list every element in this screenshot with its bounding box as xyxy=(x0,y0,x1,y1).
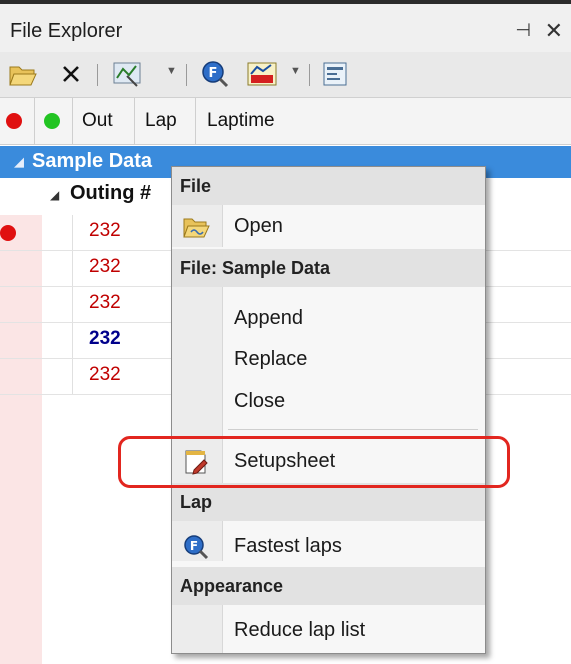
menu-section-appearance: Appearance xyxy=(172,567,485,605)
menu-item-close[interactable]: Close xyxy=(172,382,485,422)
sheet-icon[interactable] xyxy=(318,59,352,89)
red-dot-icon xyxy=(6,113,22,129)
column-laptime[interactable]: Laptime xyxy=(207,98,275,144)
menu-item-append[interactable]: Append xyxy=(172,299,485,339)
green-dot-icon xyxy=(44,113,60,129)
delete-icon[interactable] xyxy=(56,59,86,89)
menu-item-label: Fastest laps xyxy=(234,535,342,557)
menu-item-label: Append xyxy=(234,307,303,329)
lap-number: 232 xyxy=(89,220,121,241)
menu-section-file-sample-data: File: Sample Data xyxy=(172,249,485,287)
menu-item-label: Reduce lap list xyxy=(234,619,366,641)
pin-icon[interactable]: ⊣ xyxy=(515,20,531,41)
collapse-triangle-icon[interactable]: ◢ xyxy=(14,154,24,170)
column-header: Out Lap Laptime xyxy=(0,98,571,145)
toolbar-separator xyxy=(309,64,310,86)
menu-section-lap: Lap xyxy=(172,483,485,521)
red-dot-column[interactable] xyxy=(6,98,34,144)
fastest-lap-icon[interactable]: F xyxy=(198,59,232,89)
lap-number: 232 xyxy=(89,256,121,277)
fastest-lap-icon: F xyxy=(182,533,210,561)
outing-label[interactable]: Outing # xyxy=(70,182,151,205)
lap-number: 232 xyxy=(89,328,121,349)
lap-number: 232 xyxy=(89,364,121,385)
menu-item-label: Replace xyxy=(234,348,308,370)
toolbar: ▼ F ▼ xyxy=(0,52,571,98)
channels-dropdown-icon[interactable]: ▼ xyxy=(166,65,177,77)
column-out[interactable]: Out xyxy=(82,98,113,144)
context-menu: File Open File: Sample Data Append Repla… xyxy=(171,166,486,654)
menu-item-fastest-laps[interactable]: F Fastest laps xyxy=(172,527,485,567)
menu-item-reduce-lap-list[interactable]: Reduce lap list xyxy=(172,611,485,651)
svg-text:F: F xyxy=(209,66,218,81)
svg-text:F: F xyxy=(190,539,198,553)
close-icon[interactable]: ✕ xyxy=(545,18,563,44)
channels-icon[interactable] xyxy=(108,59,148,89)
open-folder-icon xyxy=(182,213,210,241)
menu-item-open[interactable]: Open xyxy=(172,207,485,247)
toolbar-separator xyxy=(97,64,98,86)
column-lap[interactable]: Lap xyxy=(145,98,177,144)
chart-dropdown-icon[interactable]: ▼ xyxy=(290,65,301,77)
menu-item-replace[interactable]: Replace xyxy=(172,340,485,380)
panel-titlebar: File Explorer ⊣ ✕ xyxy=(0,0,571,52)
file-explorer-panel: File Explorer ⊣ ✕ ▼ F ▼ Out Lap Laptime … xyxy=(0,0,571,664)
red-dot-icon xyxy=(0,225,16,241)
menu-section-file: File xyxy=(172,167,485,205)
tree-root-label: Sample Data xyxy=(32,150,153,172)
annotation-highlight-box xyxy=(118,436,510,488)
open-folder-icon[interactable] xyxy=(6,59,40,89)
menu-item-label: Close xyxy=(234,390,286,412)
menu-divider xyxy=(228,429,478,430)
green-dot-column[interactable] xyxy=(44,98,72,144)
chart-icon[interactable] xyxy=(242,59,282,89)
lap-number: 232 xyxy=(89,292,121,313)
panel-title: File Explorer xyxy=(10,20,123,42)
toolbar-separator xyxy=(186,64,187,86)
collapse-triangle-icon[interactable]: ◢ xyxy=(50,188,59,202)
menu-item-label: Open xyxy=(234,215,283,237)
